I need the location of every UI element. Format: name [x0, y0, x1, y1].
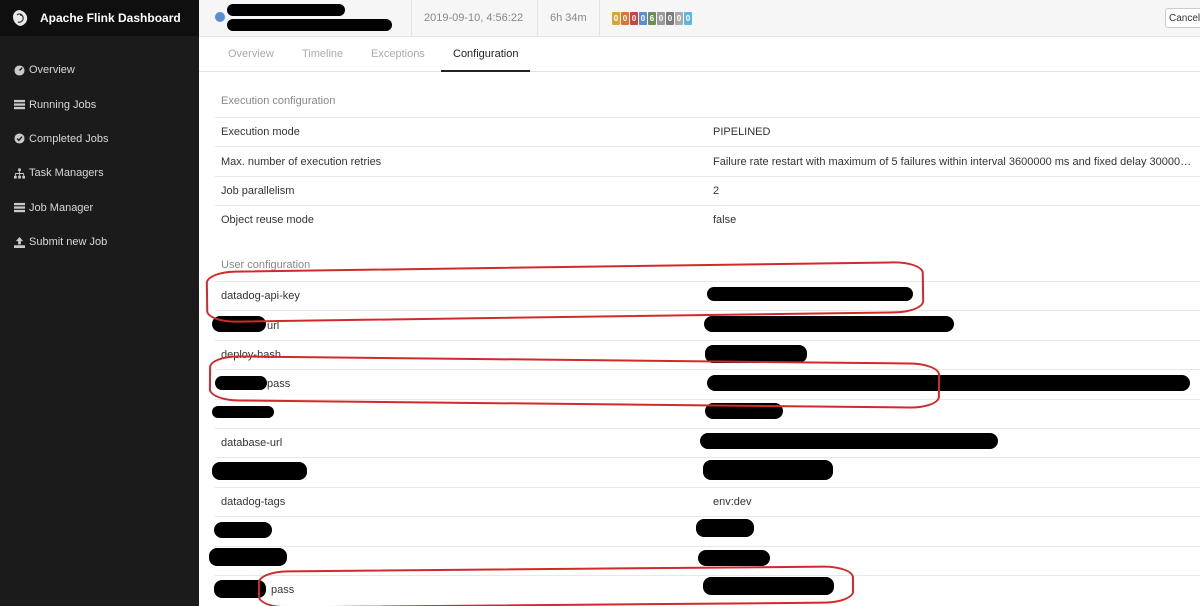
job-status-dot: [215, 12, 225, 22]
config-value: 2: [713, 184, 720, 197]
redacted-key: [212, 406, 274, 418]
job-tabs: Overview Timeline Exceptions Configurati…: [199, 37, 1200, 72]
sidebar-item-label: Overview: [29, 64, 75, 77]
tasks-icon: [14, 99, 25, 110]
status-badge: 0: [630, 12, 638, 25]
tab-overview[interactable]: Overview: [216, 37, 286, 72]
config-value: PIPELINED: [713, 126, 771, 139]
table-row: Execution mode PIPELINED: [215, 117, 1200, 146]
redacted-value: [698, 550, 770, 566]
status-badge: 0: [684, 12, 692, 25]
job-start-time: 2019-09-10, 4:56:22: [424, 12, 524, 24]
sidebar-item-completed-jobs[interactable]: Completed Jobs: [0, 122, 199, 156]
job-duration: 6h 34m: [550, 12, 587, 24]
config-key: Execution mode: [221, 126, 300, 139]
sidebar-item-running-jobs[interactable]: Running Jobs: [0, 87, 199, 121]
execution-config-table: Execution mode PIPELINED Max. number of …: [215, 117, 1200, 235]
sitemap-icon: [14, 168, 25, 179]
brand[interactable]: Apache Flink Dashboard: [0, 0, 199, 36]
sidebar-item-submit-new-job[interactable]: Submit new Job: [0, 225, 199, 259]
redacted-value: [700, 433, 998, 449]
config-key: Job parallelism: [221, 184, 295, 197]
status-badge: 0: [657, 12, 665, 25]
tab-exceptions[interactable]: Exceptions: [359, 37, 437, 72]
tab-timeline[interactable]: Timeline: [290, 37, 355, 72]
config-key: Object reuse mode: [221, 214, 314, 227]
sidebar-item-label: Submit new Job: [29, 236, 108, 249]
config-key: Max. number of execution retries: [221, 155, 382, 168]
cancel-job-button[interactable]: Cancel: [1165, 8, 1200, 28]
execution-config-title: Execution configuration: [221, 95, 336, 107]
config-value: Failure rate restart with maximum of 5 f…: [713, 155, 1193, 168]
redacted-key: [212, 462, 307, 480]
status-badge: 0: [639, 12, 647, 25]
redacted-value: [704, 316, 954, 332]
status-badge: 6: [648, 12, 656, 25]
task-status-badges: 0 0 0 0 6 0 0 0 0: [612, 12, 692, 25]
sidebar-item-task-managers[interactable]: Task Managers: [0, 156, 199, 190]
status-badge: 0: [666, 12, 674, 25]
sidebar-item-overview[interactable]: Overview: [0, 53, 199, 87]
status-badge: 0: [621, 12, 629, 25]
app-title: Apache Flink Dashboard: [40, 11, 181, 25]
status-badge: 0: [612, 12, 620, 25]
status-badge: 0: [675, 12, 683, 25]
header-divider: [599, 0, 600, 37]
server-icon: [14, 202, 25, 213]
upload-icon: [14, 236, 25, 248]
sidebar: Apache Flink Dashboard Overview Running …: [0, 0, 199, 606]
sidebar-item-job-manager[interactable]: Job Manager: [0, 191, 199, 225]
table-row: Job parallelism 2: [215, 175, 1200, 205]
redacted-key: [209, 548, 287, 566]
sidebar-item-label: Completed Jobs: [29, 132, 109, 145]
sidebar-item-label: Running Jobs: [29, 98, 97, 111]
dashboard-icon: [14, 65, 25, 76]
config-key: database-url: [221, 437, 283, 450]
config-value: env:dev: [713, 495, 752, 508]
tab-configuration[interactable]: Configuration: [441, 37, 531, 72]
annotation-circle: [205, 260, 925, 324]
table-row: Object reuse mode false: [215, 205, 1200, 234]
annotation-circle: [257, 565, 855, 606]
job-header: 2019-09-10, 4:56:22 6h 34m 0 0 0 0 6 0 0…: [199, 0, 1200, 37]
sidebar-item-label: Job Manager: [29, 201, 94, 214]
redacted-value: [696, 519, 754, 537]
config-value: false: [713, 214, 737, 227]
header-divider: [537, 0, 538, 37]
redacted-job-name: [227, 19, 392, 31]
redacted-value: [703, 460, 833, 480]
header-divider: [411, 0, 412, 37]
sidebar-nav: Overview Running Jobs Completed Jobs Tas…: [0, 53, 199, 259]
table-row: datadog-tags env:dev: [215, 486, 1200, 516]
config-key: datadog-tags: [221, 495, 286, 508]
sidebar-item-label: Task Managers: [29, 167, 104, 180]
check-circle-icon: [14, 133, 25, 145]
squirrel-logo-icon: [13, 10, 28, 26]
redacted-job-name: [227, 4, 345, 16]
table-row: Max. number of execution retries Failure…: [215, 146, 1200, 175]
annotation-circle: [208, 355, 941, 409]
redacted-key: [214, 522, 272, 538]
